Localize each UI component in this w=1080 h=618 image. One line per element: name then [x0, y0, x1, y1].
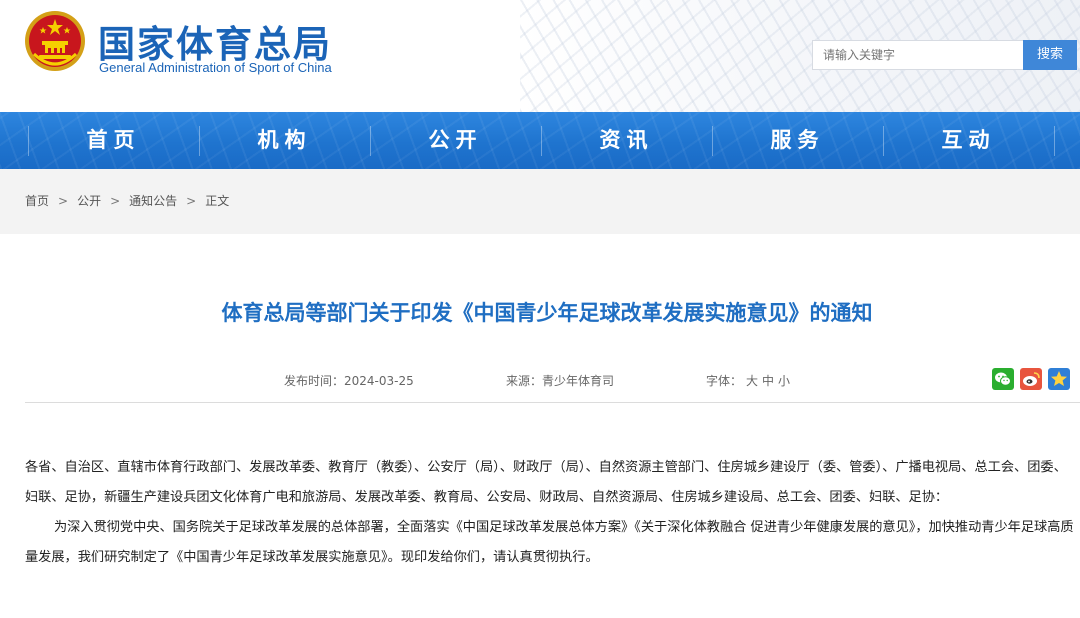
breadcrumb-separator: > — [186, 194, 197, 208]
article-title: 体育总局等部门关于印发《中国青少年足球改革发展实施意见》的通知 — [221, 301, 873, 325]
search-input[interactable] — [812, 40, 1024, 70]
font-size-medium[interactable]: 中 — [762, 374, 774, 388]
nav-item-news[interactable]: 资讯 — [541, 112, 712, 169]
breadcrumb-bar: 首页 > 公开 > 通知公告 > 正文 — [0, 169, 1080, 234]
national-emblem-icon[interactable] — [24, 10, 86, 72]
meta-divider — [25, 402, 1080, 403]
nav-item-interaction[interactable]: 互动 — [883, 112, 1054, 169]
search-button[interactable]: 搜索 — [1023, 40, 1077, 70]
site-header: 国家体育总局 General Administration of Sport o… — [0, 0, 1080, 112]
breadcrumb-public[interactable]: 公开 — [77, 194, 101, 208]
article-paragraph: 为深入贯彻党中央、国务院关于足球改革发展的总体部署，全面落实《中国足球改革发展总… — [25, 520, 1074, 565]
article-body: 各省、自治区、直辖市体育行政部门、发展改革委、教育厅（教委）、公安厅（局）、财政… — [25, 453, 1077, 573]
font-label: 字体： — [706, 374, 743, 388]
nav-item-public[interactable]: 公开 — [370, 112, 541, 169]
font-size-small[interactable]: 小 — [778, 374, 790, 388]
nav-item-organization[interactable]: 机构 — [199, 112, 370, 169]
nav-separator — [1054, 126, 1055, 156]
breadcrumb-home[interactable]: 首页 — [25, 194, 49, 208]
font-size-large[interactable]: 大 — [746, 374, 758, 388]
publish-date-value: 2024-03-25 — [344, 374, 414, 388]
nav-item-services[interactable]: 服务 — [712, 112, 883, 169]
article-source: 来源：青少年体育司 — [506, 372, 614, 389]
main-nav: 首页 机构 公开 资讯 服务 互动 — [0, 112, 1080, 169]
breadcrumb-current: 正文 — [205, 194, 230, 208]
nav-item-home[interactable]: 首页 — [28, 112, 199, 169]
wechat-icon[interactable] — [992, 368, 1014, 390]
source-value: 青少年体育司 — [542, 374, 615, 388]
breadcrumb-separator: > — [58, 194, 69, 208]
article-addressee: 各省、自治区、直辖市体育行政部门、发展改革委、教育厅（教委）、公安厅（局）、财政… — [25, 460, 1067, 505]
font-size-switch: 字体：大中小 — [706, 372, 790, 389]
publish-date: 发布时间：2024-03-25 — [284, 372, 414, 389]
favorite-star-icon[interactable] — [1048, 368, 1070, 390]
source-label: 来源： — [506, 374, 543, 388]
breadcrumb-notices[interactable]: 通知公告 — [129, 194, 177, 208]
breadcrumb-separator: > — [110, 194, 121, 208]
site-subtitle: General Administration of Sport of China — [99, 60, 332, 75]
publish-label: 发布时间： — [284, 374, 345, 388]
breadcrumb: 首页 > 公开 > 通知公告 > 正文 — [25, 169, 229, 234]
weibo-icon[interactable] — [1020, 368, 1042, 390]
